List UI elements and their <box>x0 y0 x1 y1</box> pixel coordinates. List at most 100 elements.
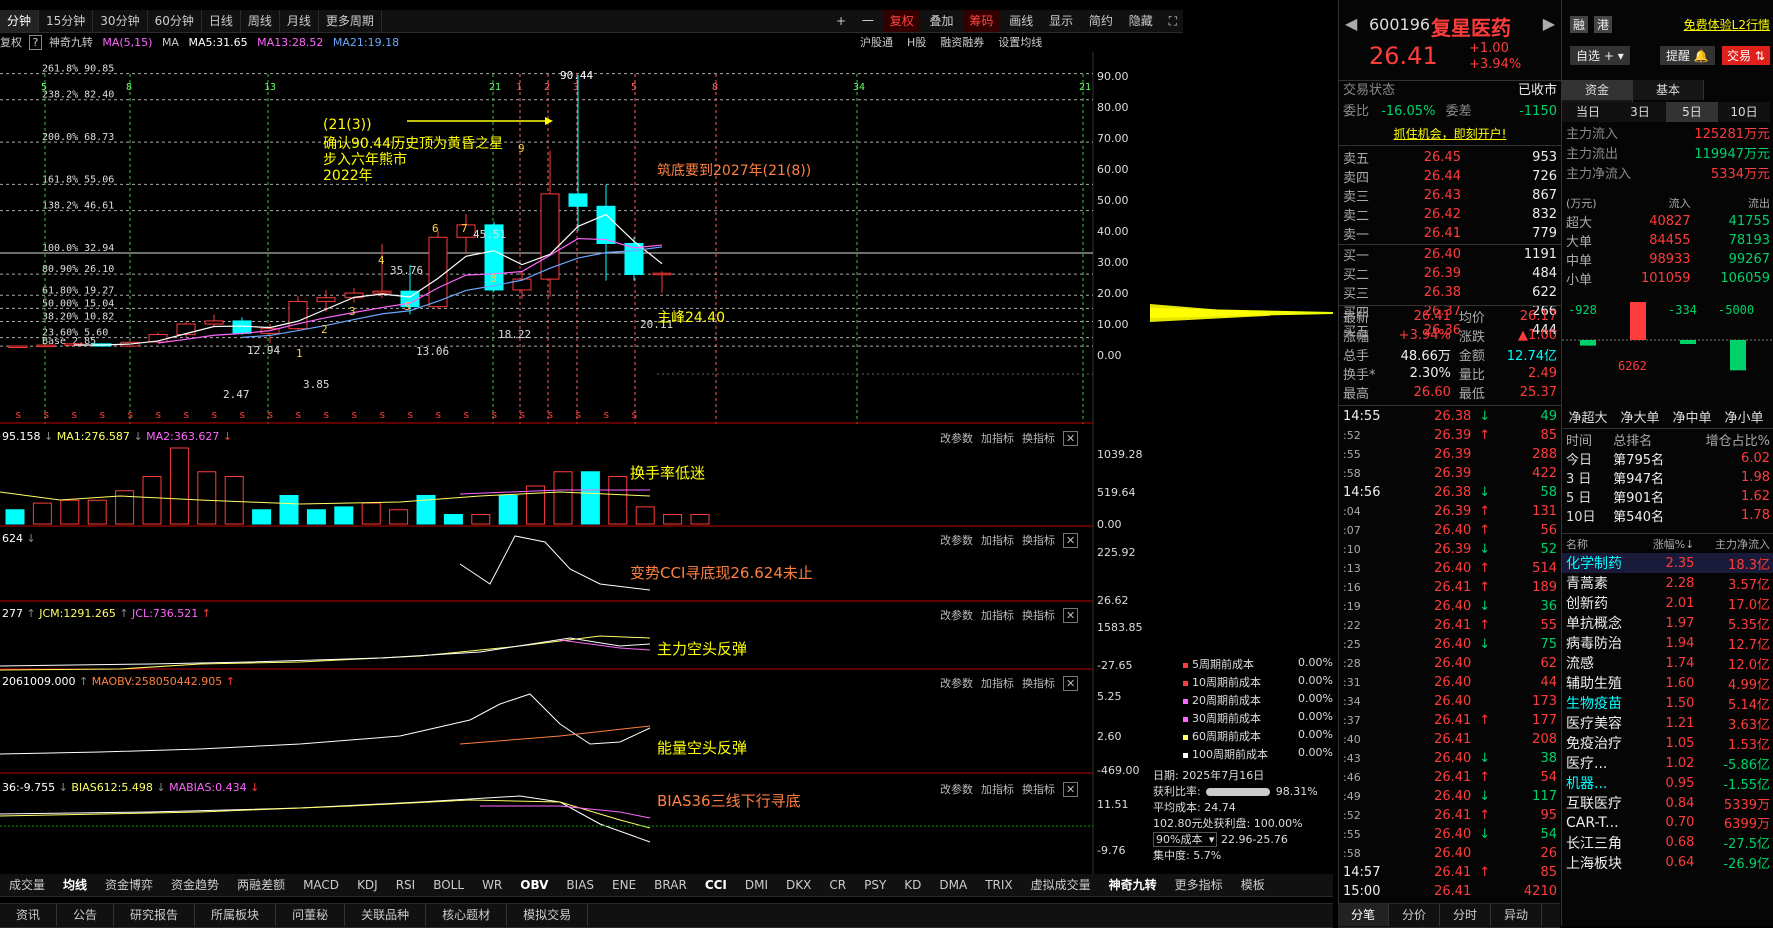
sector-row[interactable]: 医疗... 1.02 -5.86亿 <box>1562 753 1773 773</box>
sector-row[interactable]: 免疫治疗 1.05 1.53亿 <box>1562 733 1773 753</box>
indicator-tab-16[interactable]: DKX <box>777 874 820 896</box>
panel-action-1[interactable]: 加指标 <box>981 677 1014 690</box>
sector-head-cell[interactable]: 名称 <box>1562 534 1639 553</box>
footer-tab-4[interactable]: 问董秘 <box>276 904 346 926</box>
zoom-in-button[interactable]: + <box>830 10 852 32</box>
close-icon[interactable]: ✕ <box>1063 782 1079 797</box>
panel-action-1[interactable]: 加指标 <box>981 609 1014 622</box>
footer-tab-6[interactable]: 核心题材 <box>426 904 508 926</box>
sector-row[interactable]: 化学制药 2.35 18.3亿 <box>1562 553 1773 573</box>
legend-link-0[interactable]: 沪股通 <box>860 36 893 49</box>
sector-name[interactable]: 化学制药 <box>1562 553 1639 573</box>
footer-tab-2[interactable]: 研究报告 <box>114 904 196 926</box>
period-tab-0[interactable]: 分钟 <box>0 10 40 32</box>
sector-name[interactable]: CAR-T... <box>1562 813 1639 833</box>
panel-action-0[interactable]: 改参数 <box>940 432 973 445</box>
indicator-tab-23[interactable]: 神奇九转 <box>1100 874 1166 896</box>
panel-action-0[interactable]: 改参数 <box>940 609 973 622</box>
sector-row[interactable]: 长江三角 0.68 -27.5亿 <box>1562 833 1773 853</box>
tick-tab-1[interactable]: 分价 <box>1389 904 1441 926</box>
indicator-panels[interactable] <box>0 424 1150 882</box>
panel-action-2[interactable]: 换指标 <box>1022 534 1055 547</box>
panel-action-2[interactable]: 换指标 <box>1022 432 1055 445</box>
sector-name[interactable]: 流感 <box>1562 653 1639 673</box>
indicator-tab-22[interactable]: 虚拟成交量 <box>1022 874 1100 896</box>
close-icon[interactable]: ✕ <box>1063 608 1079 623</box>
period-tab-6[interactable]: 月线 <box>280 10 319 32</box>
indicator-tab-15[interactable]: DMI <box>736 874 777 896</box>
indicator-tab-11[interactable]: BIAS <box>557 874 603 896</box>
close-icon[interactable]: ✕ <box>1063 676 1079 691</box>
sector-name[interactable]: 免疫治疗 <box>1562 733 1639 753</box>
draw-line-button[interactable]: 画线 <box>1003 10 1039 32</box>
indicator-tab-17[interactable]: CR <box>820 874 855 896</box>
fund-period-1[interactable]: 3日 <box>1614 102 1666 122</box>
indicator-tab-3[interactable]: 资金趋势 <box>162 874 228 896</box>
legend-link-1[interactable]: H股 <box>907 36 926 49</box>
sector-row[interactable]: 机器... 0.95 -1.55亿 <box>1562 773 1773 793</box>
footer-tab-1[interactable]: 公告 <box>57 904 115 926</box>
tick-tab-2[interactable]: 分时 <box>1440 904 1492 926</box>
legend-link-2[interactable]: 融资融券 <box>940 36 984 49</box>
indicator-tab-21[interactable]: TRIX <box>976 874 1021 896</box>
footer-tab-5[interactable]: 关联品种 <box>345 904 427 926</box>
indicator-tab-19[interactable]: KD <box>895 874 930 896</box>
sector-row[interactable]: 生物疫苗 1.50 5.14亿 <box>1562 693 1773 713</box>
indicator-tab-9[interactable]: WR <box>473 874 511 896</box>
sector-name[interactable]: 上海板块 <box>1562 853 1639 873</box>
indicator-tab-18[interactable]: PSY <box>855 874 895 896</box>
display-button[interactable]: 显示 <box>1043 10 1079 32</box>
sector-row[interactable]: 辅助生殖 1.60 4.99亿 <box>1562 673 1773 693</box>
indicator-name[interactable]: 神奇九转 <box>49 36 93 49</box>
sector-row[interactable]: 医疗美容 1.21 3.63亿 <box>1562 713 1773 733</box>
panel-action-0[interactable]: 改参数 <box>940 677 973 690</box>
tick-tab-0[interactable]: 分笔 <box>1338 904 1390 926</box>
sector-name[interactable]: 辅助生殖 <box>1562 673 1639 693</box>
legend-link-3[interactable]: 设置均线 <box>998 36 1042 49</box>
sector-row[interactable]: 流感 1.74 12.0亿 <box>1562 653 1773 673</box>
sector-row[interactable]: 创新药 2.01 17.0亿 <box>1562 593 1773 613</box>
indicator-tab-24[interactable]: 更多指标 <box>1166 874 1232 896</box>
fund-period-3[interactable]: 10日 <box>1718 102 1770 122</box>
footer-tab-7[interactable]: 模拟交易 <box>507 904 589 926</box>
period-tab-7[interactable]: 更多周期 <box>319 10 382 32</box>
indicator-tab-14[interactable]: CCI <box>696 874 736 896</box>
simple-button[interactable]: 简约 <box>1083 10 1119 32</box>
prev-stock-icon[interactable]: ◀ <box>1345 14 1357 33</box>
hide-button[interactable]: 隐藏 <box>1123 10 1159 32</box>
indicator-tab-10[interactable]: OBV <box>511 874 557 896</box>
indicator-tab-0[interactable]: 成交量 <box>0 874 54 896</box>
sector-row[interactable]: 单抗概念 1.97 5.35亿 <box>1562 613 1773 633</box>
free-l2-link[interactable]: 免费体验L2行情 <box>1684 16 1770 33</box>
sector-row[interactable]: 病毒防治 1.94 12.7亿 <box>1562 633 1773 653</box>
sector-name[interactable]: 生物疫苗 <box>1562 693 1639 713</box>
panel-action-0[interactable]: 改参数 <box>940 534 973 547</box>
chip-button[interactable]: 筹码 <box>963 10 1000 32</box>
sector-name[interactable]: 创新药 <box>1562 593 1639 613</box>
indicator-tab-7[interactable]: RSI <box>387 874 425 896</box>
trade-button[interactable]: 交易 ⇅ <box>1722 46 1770 65</box>
watchlist-button[interactable]: 自选 + ▾ <box>1570 46 1630 65</box>
open-account-promo[interactable]: 抓住机会，即刻开户! <box>1339 125 1561 142</box>
indicator-tab-13[interactable]: BRAR <box>645 874 696 896</box>
help-icon[interactable]: ? <box>28 35 43 50</box>
sector-name[interactable]: 青蒿素 <box>1562 573 1639 593</box>
sector-name[interactable]: 病毒防治 <box>1562 633 1639 653</box>
sector-row[interactable]: 青蒿素 2.28 3.57亿 <box>1562 573 1773 593</box>
alert-button[interactable]: 提醒 🔔 <box>1660 46 1715 65</box>
panel-action-0[interactable]: 改参数 <box>940 783 973 796</box>
sector-row[interactable]: 上海板块 0.64 -26.9亿 <box>1562 853 1773 873</box>
period-tab-1[interactable]: 15分钟 <box>39 10 94 32</box>
footer-tab-0[interactable]: 资讯 <box>0 904 58 926</box>
tick-tab-3[interactable]: 异动 <box>1491 904 1543 926</box>
sector-row[interactable]: CAR-T... 0.70 6399万 <box>1562 813 1773 833</box>
main-kline-chart[interactable]: 261.8% 90.85238.2% 82.40200.0% 68.73161.… <box>0 52 1150 424</box>
sector-name[interactable]: 机器... <box>1562 773 1639 793</box>
overlay-button[interactable]: 叠加 <box>924 10 960 32</box>
indicator-tab-2[interactable]: 资金博弈 <box>96 874 162 896</box>
indicator-tab-20[interactable]: DMA <box>930 874 976 896</box>
panel-action-2[interactable]: 换指标 <box>1022 609 1055 622</box>
sector-row[interactable]: 互联医疗 0.84 5339万 <box>1562 793 1773 813</box>
close-icon[interactable]: ✕ <box>1063 533 1079 548</box>
indicator-tab-6[interactable]: KDJ <box>348 874 387 896</box>
